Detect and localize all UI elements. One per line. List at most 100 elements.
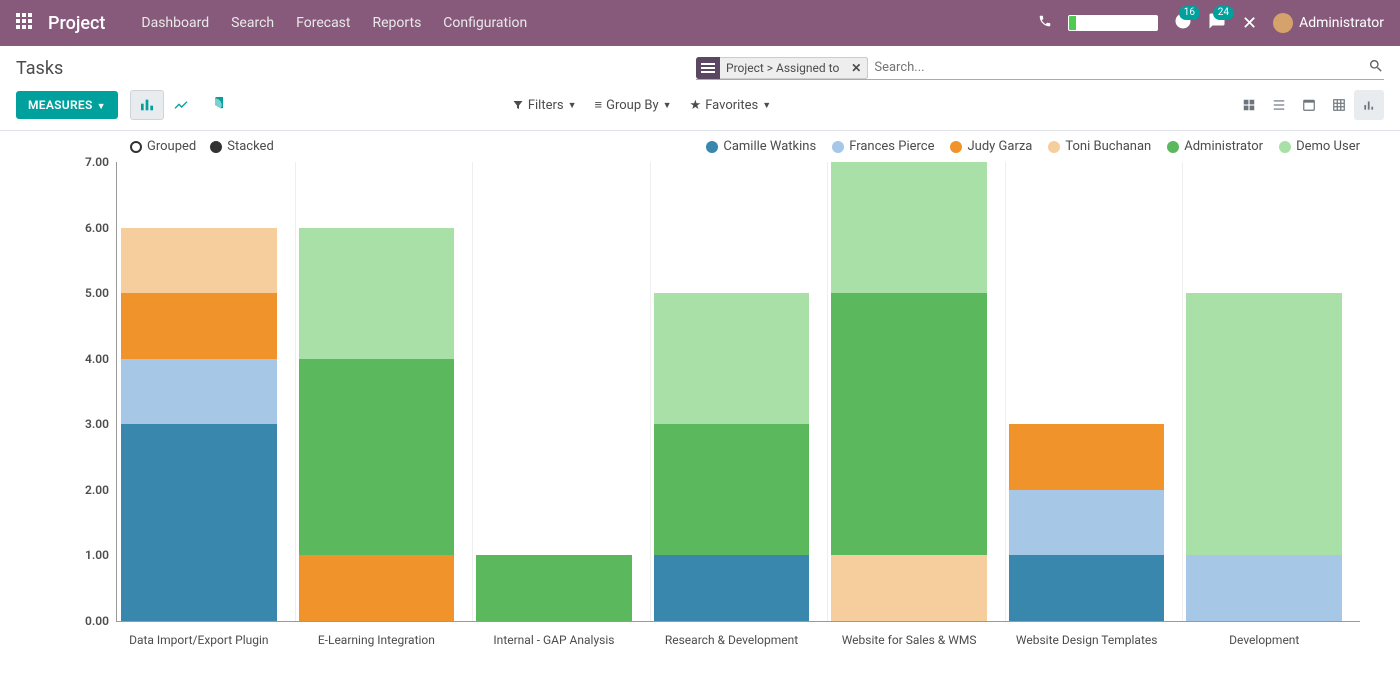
legend-dot-icon bbox=[1279, 141, 1291, 153]
bar-chart-icon[interactable] bbox=[130, 90, 164, 120]
bar-stack[interactable] bbox=[831, 162, 987, 621]
bar-stack[interactable] bbox=[299, 228, 455, 621]
nav-configuration[interactable]: Configuration bbox=[443, 15, 527, 31]
legend-label: Administrator bbox=[1184, 139, 1263, 154]
facet-remove-icon[interactable]: ✕ bbox=[845, 57, 868, 79]
facet-label: Project > Assigned to bbox=[720, 57, 845, 79]
avatar bbox=[1273, 13, 1293, 33]
bar-segment[interactable] bbox=[831, 162, 987, 293]
bar-segment[interactable] bbox=[121, 359, 277, 425]
progress-fill bbox=[1069, 16, 1076, 30]
gridline-vertical bbox=[1005, 162, 1006, 621]
user-name: Administrator bbox=[1299, 15, 1384, 31]
y-tick-label: 3.00 bbox=[85, 417, 117, 431]
phone-icon[interactable] bbox=[1038, 14, 1052, 32]
bar-stack[interactable] bbox=[1186, 293, 1342, 621]
control-panel-bottom: MEASURES▼ Filters▼ ≡ Group By▼ ★ Favorit… bbox=[0, 86, 1400, 131]
nav-reports[interactable]: Reports bbox=[373, 15, 422, 31]
gridline-vertical bbox=[295, 162, 296, 621]
legend-label: Frances Pierce bbox=[849, 139, 934, 154]
control-panel-top: Tasks Project > Assigned to ✕ bbox=[0, 46, 1400, 86]
y-tick-label: 1.00 bbox=[85, 548, 117, 562]
pivot-view-icon[interactable] bbox=[1324, 90, 1354, 120]
bar-column: Development bbox=[1182, 162, 1360, 621]
legend-item[interactable]: Demo User bbox=[1279, 139, 1360, 154]
progress-bar[interactable] bbox=[1068, 15, 1158, 31]
app-brand[interactable]: Project bbox=[48, 13, 105, 34]
bar-segment[interactable] bbox=[654, 293, 810, 424]
legend-item[interactable]: Administrator bbox=[1167, 139, 1263, 154]
pie-chart-icon[interactable] bbox=[198, 90, 232, 120]
bar-column: Website Design Templates bbox=[1005, 162, 1183, 621]
facet-groupby-icon bbox=[696, 57, 720, 79]
bar-stack[interactable] bbox=[1009, 424, 1165, 621]
messages-icon[interactable]: 24 bbox=[1208, 12, 1226, 34]
bar-segment[interactable] bbox=[1186, 555, 1342, 621]
calendar-view-icon[interactable] bbox=[1294, 90, 1324, 120]
filters-button[interactable]: Filters▼ bbox=[512, 98, 577, 113]
mode-grouped[interactable]: Grouped bbox=[130, 139, 196, 154]
gridline-vertical bbox=[472, 162, 473, 621]
y-tick-label: 4.00 bbox=[85, 352, 117, 366]
series-legend: Camille Watkins Frances Pierce Judy Garza T… bbox=[706, 139, 1400, 154]
bar-stack[interactable] bbox=[476, 555, 632, 621]
activity-badge: 16 bbox=[1179, 6, 1200, 20]
bar-segment[interactable] bbox=[1009, 490, 1165, 556]
activity-icon[interactable]: 16 bbox=[1174, 12, 1192, 34]
bar-segment[interactable] bbox=[121, 293, 277, 359]
legend-item[interactable]: Camille Watkins bbox=[706, 139, 816, 154]
chart-legend: Grouped Stacked Camille Watkins Frances P… bbox=[0, 131, 1400, 162]
search-icon[interactable] bbox=[1368, 58, 1384, 78]
bar-segment[interactable] bbox=[654, 555, 810, 621]
bar-segment[interactable] bbox=[299, 359, 455, 556]
legend-item[interactable]: Frances Pierce bbox=[832, 139, 934, 154]
list-view-icon[interactable] bbox=[1264, 90, 1294, 120]
favorites-button[interactable]: ★ Favorites▼ bbox=[690, 98, 772, 113]
radio-checked-icon bbox=[210, 141, 222, 153]
bar-column: E-Learning Integration bbox=[295, 162, 473, 621]
y-tick-label: 7.00 bbox=[85, 155, 117, 169]
groupby-button[interactable]: ≡ Group By▼ bbox=[595, 97, 672, 113]
nav-menu: Dashboard Search Forecast Reports Config… bbox=[141, 15, 527, 31]
kanban-view-icon[interactable] bbox=[1234, 90, 1264, 120]
stack-mode-toggle: Grouped Stacked bbox=[130, 139, 274, 154]
legend-item[interactable]: Toni Buchanan bbox=[1048, 139, 1151, 154]
bar-segment[interactable] bbox=[476, 555, 632, 621]
nav-forecast[interactable]: Forecast bbox=[296, 15, 350, 31]
bar-segment[interactable] bbox=[1186, 293, 1342, 555]
search-options: Filters▼ ≡ Group By▼ ★ Favorites▼ bbox=[512, 97, 771, 113]
close-icon[interactable]: ✕ bbox=[1242, 13, 1257, 34]
bar-segment[interactable] bbox=[121, 424, 277, 621]
bar-column: Data Import/Export Plugin bbox=[117, 162, 295, 621]
x-tick-label: Data Import/Export Plugin bbox=[117, 633, 295, 647]
mode-stacked[interactable]: Stacked bbox=[210, 139, 274, 154]
bar-segment[interactable] bbox=[1009, 424, 1165, 490]
chart-type-group bbox=[130, 90, 232, 120]
measures-button[interactable]: MEASURES▼ bbox=[16, 91, 118, 119]
legend-item[interactable]: Judy Garza bbox=[950, 139, 1032, 154]
bar-stack[interactable] bbox=[654, 293, 810, 621]
y-tick-label: 6.00 bbox=[85, 221, 117, 235]
line-chart-icon[interactable] bbox=[164, 90, 198, 120]
bar-segment[interactable] bbox=[299, 228, 455, 359]
bar-segment[interactable] bbox=[299, 555, 455, 621]
apps-icon[interactable] bbox=[16, 13, 32, 33]
gridline-vertical bbox=[650, 162, 651, 621]
user-menu[interactable]: Administrator bbox=[1273, 13, 1384, 33]
search-area: Project > Assigned to ✕ bbox=[696, 56, 1384, 80]
nav-dashboard[interactable]: Dashboard bbox=[141, 15, 209, 31]
bar-segment[interactable] bbox=[121, 228, 277, 294]
legend-dot-icon bbox=[1167, 141, 1179, 153]
bar-segment[interactable] bbox=[831, 293, 987, 555]
bar-segment[interactable] bbox=[654, 424, 810, 555]
y-tick-label: 5.00 bbox=[85, 286, 117, 300]
bar-stack[interactable] bbox=[121, 228, 277, 621]
search-input[interactable] bbox=[868, 56, 1362, 79]
nav-search[interactable]: Search bbox=[231, 15, 274, 31]
graph-view-icon[interactable] bbox=[1354, 90, 1384, 120]
bars-container: Data Import/Export PluginE-Learning Inte… bbox=[117, 162, 1360, 621]
x-tick-label: Website for Sales & WMS bbox=[827, 633, 1005, 647]
bar-segment[interactable] bbox=[1009, 555, 1165, 621]
bar-segment[interactable] bbox=[831, 555, 987, 621]
app-navbar: Project Dashboard Search Forecast Report… bbox=[0, 0, 1400, 46]
